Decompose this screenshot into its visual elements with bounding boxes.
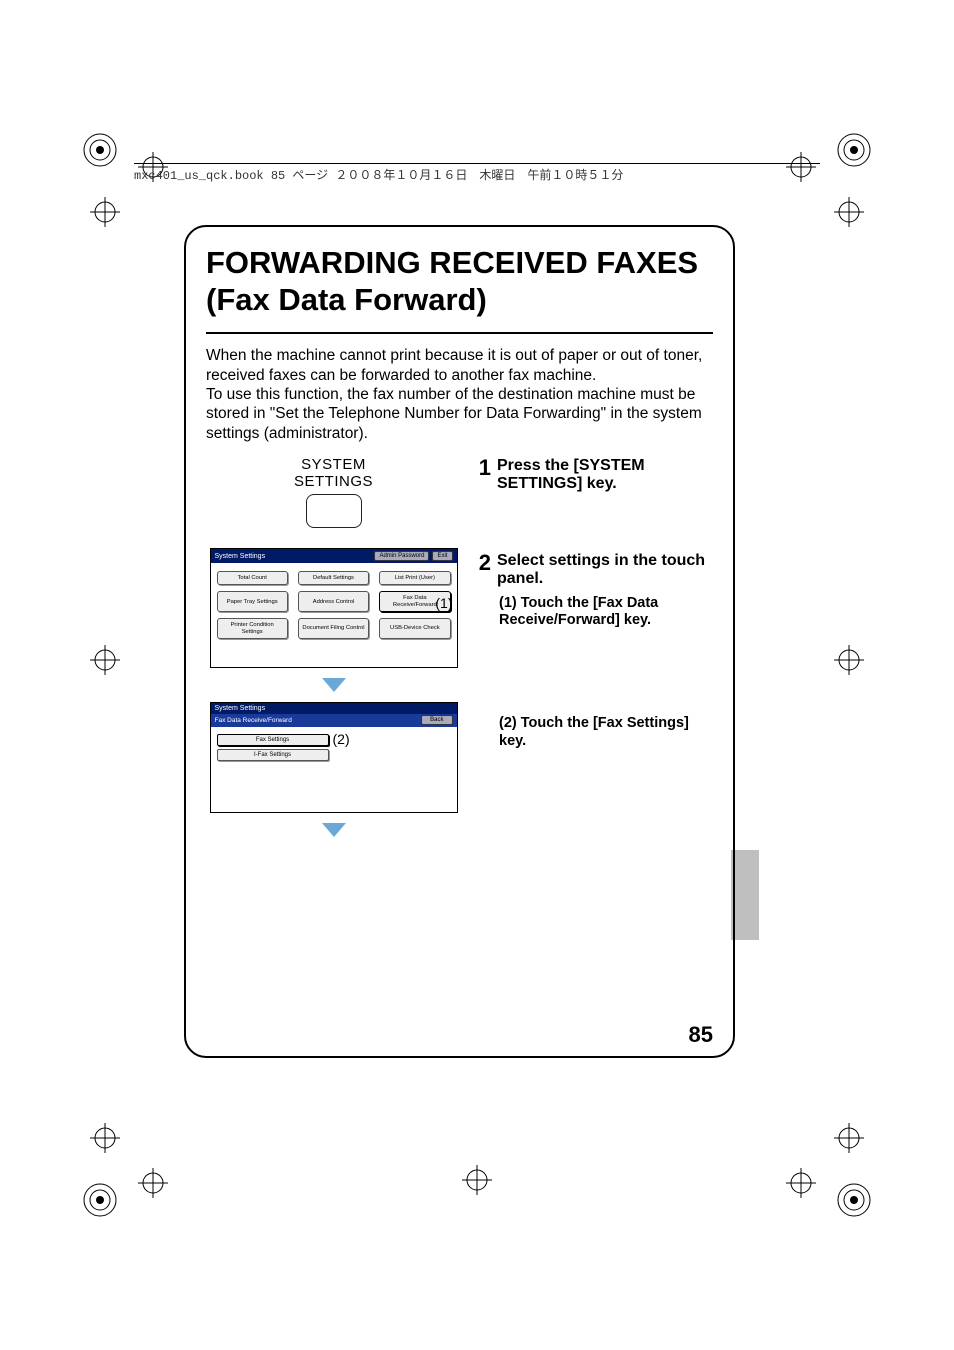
panel2-subtitle: Fax Data Receive/Forward [215, 717, 292, 724]
btn-printer-condition[interactable]: Printer Condition Settings [217, 618, 288, 639]
page-title: FORWARDING RECEIVED FAXES (Fax Data Forw… [206, 243, 713, 334]
admin-password-button[interactable]: Admin Password [374, 551, 429, 561]
intro-text: When the machine cannot print because it… [206, 346, 713, 443]
panel2-title: System Settings [215, 705, 266, 712]
reg-mark [834, 1123, 864, 1153]
crop-mark-bl [80, 1180, 120, 1220]
btn-doc-filing[interactable]: Document Filing Control [298, 618, 369, 639]
crop-mark-br [834, 1180, 874, 1220]
header-text: mxc401_us_qck.book 85 ページ ２００８年１０月１６日 木曜… [134, 169, 623, 183]
reg-mark [90, 645, 120, 675]
reg-mark [138, 1168, 168, 1198]
sys-label-1: SYSTEM [206, 457, 461, 474]
page-header: mxc401_us_qck.book 85 ページ ２００８年１０月１６日 木曜… [134, 163, 820, 183]
crop-mark-tr [834, 130, 874, 170]
step-2b: 2 (2) Touch the [Fax Settings] key. [473, 711, 713, 750]
system-settings-key[interactable] [306, 494, 362, 528]
reg-mark [834, 197, 864, 227]
sys-label-2: SETTINGS [206, 474, 461, 491]
reg-mark [90, 1123, 120, 1153]
panel-system-settings: System Settings Admin Password Exit Tota… [210, 548, 458, 668]
btn-usb-device[interactable]: USB-Device Check [379, 618, 450, 639]
back-button[interactable]: Back [421, 715, 452, 725]
step-2-sub-1: (1) Touch the [Fax Data Receive/Forward]… [497, 595, 713, 630]
step-2-sub-2: (2) Touch the [Fax Settings] key. [497, 715, 713, 750]
side-tab [731, 850, 759, 940]
step-1: 1 Press the [SYSTEM SETTINGS] key. [473, 457, 713, 500]
btn-default-settings[interactable]: Default Settings [298, 571, 369, 585]
system-settings-key-block: SYSTEM SETTINGS [206, 457, 461, 528]
btn-list-print[interactable]: List Print (User) [379, 571, 450, 585]
page-number: 85 [689, 1022, 713, 1048]
arrow-down-icon [322, 823, 346, 837]
reg-mark [462, 1165, 492, 1195]
crop-mark-tl [80, 130, 120, 170]
step-2-title: Select settings in the touch panel. [497, 552, 713, 589]
exit-button[interactable]: Exit [432, 551, 452, 561]
btn-fax-settings[interactable]: Fax Settings [217, 734, 329, 746]
reg-mark [786, 1168, 816, 1198]
reg-mark [834, 645, 864, 675]
annotation-2: (2) [333, 731, 350, 747]
step-2: 2 Select settings in the touch panel. (1… [473, 552, 713, 630]
btn-address-control[interactable]: Address Control [298, 591, 369, 612]
step-number: 2 [473, 552, 491, 630]
page-frame: FORWARDING RECEIVED FAXES (Fax Data Forw… [184, 225, 735, 1058]
arrow-down-icon [322, 678, 346, 692]
panel-fax-data-receive-forward: System Settings Fax Data Receive/Forward… [210, 702, 458, 813]
step-number: 1 [473, 457, 491, 500]
reg-mark [90, 197, 120, 227]
btn-total-count[interactable]: Total Count [217, 571, 288, 585]
panel1-title: System Settings [215, 553, 266, 560]
btn-ifax-settings[interactable]: I-Fax Settings [217, 749, 329, 761]
step-1-title: Press the [SYSTEM SETTINGS] key. [497, 457, 713, 494]
annotation-1: (1) [435, 595, 452, 611]
btn-paper-tray[interactable]: Paper Tray Settings [217, 591, 288, 612]
